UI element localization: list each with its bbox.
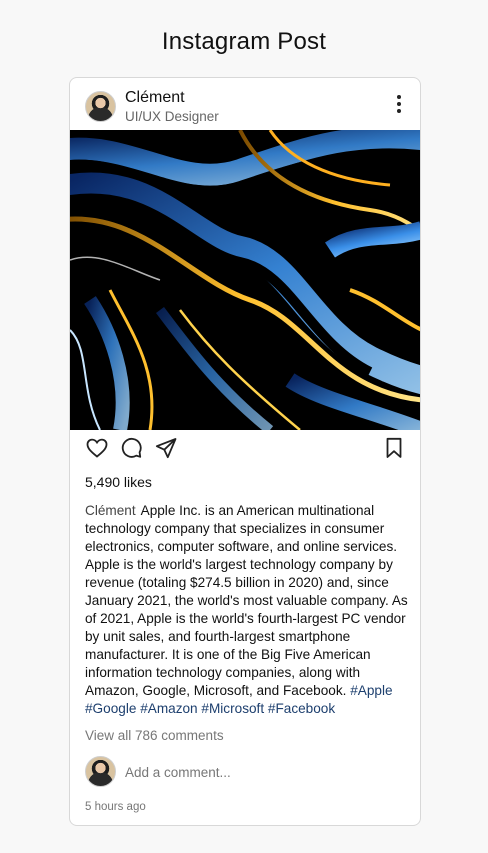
post-actions [70,434,420,464]
hashtag-microsoft[interactable]: #Microsoft [201,701,264,716]
username[interactable]: Clément [125,89,185,107]
post-card: Clément UI/UX Designer 5,490 likes Cléme… [69,77,421,826]
caption-text: Apple Inc. is an American multinational … [85,503,408,698]
post-image[interactable] [70,130,420,430]
avatar [85,756,116,787]
caption-author[interactable]: Clément [85,503,136,518]
comment-bubble-icon[interactable] [119,436,143,460]
avatar[interactable] [85,91,116,122]
abstract-wave-artwork [70,130,420,430]
view-all-comments-link[interactable]: View all 786 comments [85,728,224,743]
comment-input[interactable] [125,762,395,782]
more-vertical-icon[interactable] [396,95,402,115]
add-comment-row [70,756,420,788]
user-role: UI/UX Designer [125,109,219,124]
hashtag-facebook[interactable]: #Facebook [268,701,335,716]
hashtag-amazon[interactable]: #Amazon [140,701,197,716]
hashtag-apple[interactable]: #Apple [350,683,392,698]
paper-plane-icon[interactable] [154,436,178,460]
like-count[interactable]: 5,490 likes [85,474,152,490]
bookmark-icon[interactable] [382,436,406,460]
post-timestamp: 5 hours ago [85,801,146,813]
heart-icon[interactable] [85,436,109,460]
hashtag-google[interactable]: #Google [85,701,136,716]
post-caption: Clément Apple Inc. is an American multina… [85,502,410,718]
post-header: Clément UI/UX Designer [70,78,420,131]
page-title: Instagram Post [161,28,327,55]
